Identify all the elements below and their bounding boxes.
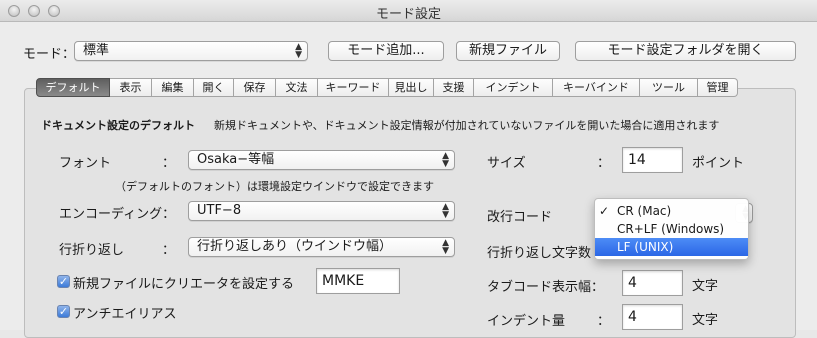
tab-default[interactable]: デフォルト xyxy=(36,78,110,97)
menu-item-label: LF (UNIX) xyxy=(617,240,674,254)
tab-width-label: タブコード表示幅： xyxy=(487,280,605,295)
menu-item-label: CR+LF (Windows) xyxy=(617,222,725,236)
popup-arrows-icon: ▲▼ xyxy=(442,202,449,220)
tab-manage[interactable]: 管理 xyxy=(698,78,738,97)
menu-item-crlf[interactable]: CR+LF (Windows) xyxy=(595,220,748,238)
tab-keybind[interactable]: キーバインド xyxy=(553,78,640,97)
creator-field[interactable]: MMKE xyxy=(316,268,400,294)
linebreak-label: 改行コード xyxy=(487,210,553,225)
window-titlebar: モード設定 xyxy=(0,0,817,22)
window-title: モード設定 xyxy=(375,7,441,22)
indent-colon: ： xyxy=(597,314,611,329)
size-unit: ポイント xyxy=(692,156,745,171)
font-note: （デフォルトのフォント）は環境設定ウインドウで設定できます xyxy=(115,180,434,193)
checkmark-icon: ✓ xyxy=(599,204,610,218)
tab-open[interactable]: 開く xyxy=(194,78,234,97)
menu-item-lf[interactable]: LF (UNIX) xyxy=(595,238,748,256)
open-mode-folder-button[interactable]: モード設定フォルダを開く xyxy=(575,41,796,61)
tab-indent[interactable]: インデント xyxy=(474,78,553,97)
menu-item-cr[interactable]: ✓ CR (Mac) xyxy=(595,202,748,220)
size-field[interactable]: 14 xyxy=(622,147,683,173)
size-colon: ： xyxy=(597,156,611,171)
tab-display[interactable]: 表示 xyxy=(110,78,152,97)
font-select[interactable]: Osaka−等幅 ▲ ▼ xyxy=(188,150,455,170)
tab-width-unit: 文字 xyxy=(692,279,719,294)
new-file-button[interactable]: 新規ファイル xyxy=(456,41,560,61)
tab-syntax[interactable]: 文法 xyxy=(276,78,318,97)
mode-label: モード： xyxy=(23,47,76,62)
wrap-chars-label: 行折り返し文字数 xyxy=(487,246,592,261)
add-mode-button[interactable]: モード追加... xyxy=(328,41,444,61)
tab-bar: デフォルト 表示 編集 開く 保存 文法 キーワード 見出し 支援 インデント … xyxy=(36,78,738,98)
font-select-value: Osaka−等幅 xyxy=(197,152,275,167)
section-title: ドキュメント設定のデフォルト xyxy=(41,119,195,132)
encoding-select[interactable]: UTF−8 ▲ ▼ xyxy=(188,201,455,221)
tab-assist[interactable]: 支援 xyxy=(434,78,474,97)
wrap-label: 行折り返し xyxy=(59,243,125,258)
tab-edit[interactable]: 編集 xyxy=(152,78,194,97)
encoding-select-value: UTF−8 xyxy=(197,203,242,218)
tab-tools[interactable]: ツール xyxy=(640,78,698,97)
mode-select[interactable]: 標準 ▲ ▼ xyxy=(74,41,308,61)
indent-unit: 文字 xyxy=(692,313,719,328)
popup-arrows-icon: ▲▼ xyxy=(442,151,449,169)
font-colon: ： xyxy=(162,156,176,171)
tab-save[interactable]: 保存 xyxy=(234,78,276,97)
creator-label: 新規ファイルにクリエータを設定する xyxy=(73,277,295,292)
mode-select-value: 標準 xyxy=(83,43,110,58)
antialias-label: アンチエイリアス xyxy=(73,307,177,322)
wrap-colon: ： xyxy=(162,243,176,258)
menu-item-label: CR (Mac) xyxy=(617,204,672,218)
indent-label: インデント量 xyxy=(487,314,566,329)
wrap-select-value: 行折り返しあり（ウインドウ幅） xyxy=(197,239,393,254)
popup-arrows-icon: ▲▼ xyxy=(295,42,302,60)
size-label: サイズ xyxy=(487,156,526,171)
encoding-label: エンコーディング： xyxy=(59,207,176,222)
wrap-select[interactable]: 行折り返しあり（ウインドウ幅） ▲ ▼ xyxy=(188,237,455,257)
popup-arrows-icon: ▲▼ xyxy=(442,238,449,256)
creator-checkbox[interactable]: ✓ xyxy=(57,275,70,288)
linebreak-menu: ✓ CR (Mac) CR+LF (Windows) LF (UNIX) xyxy=(594,198,749,260)
tab-width-field[interactable]: 4 xyxy=(622,270,683,296)
indent-field[interactable]: 4 xyxy=(622,304,683,330)
font-label: フォント xyxy=(59,156,112,171)
tab-keywords[interactable]: キーワード xyxy=(318,78,389,97)
antialias-checkbox[interactable]: ✓ xyxy=(57,305,70,318)
tab-headings[interactable]: 見出し xyxy=(389,78,434,97)
section-description: 新規ドキュメントや、ドキュメント設定情報が付加されていないファイルを開いた場合に… xyxy=(214,119,720,132)
